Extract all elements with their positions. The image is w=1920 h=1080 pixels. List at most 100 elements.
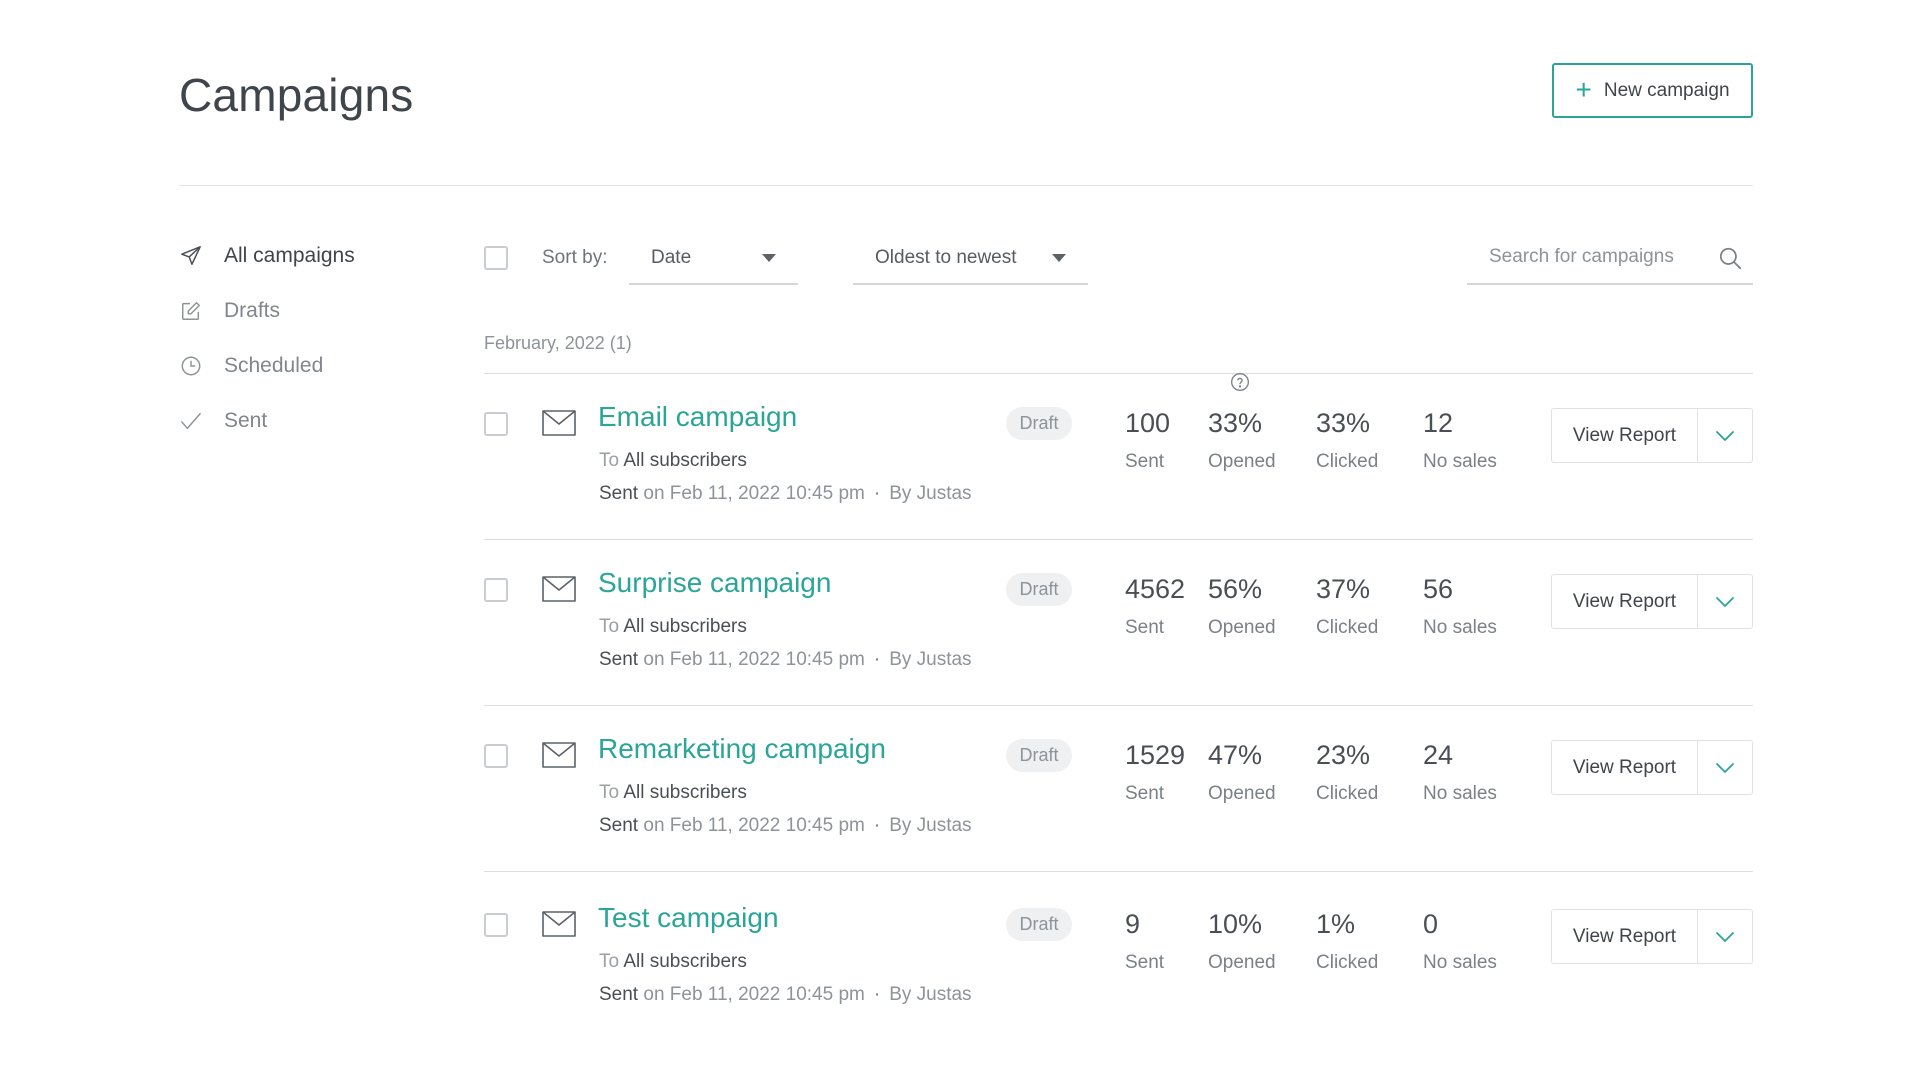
new-campaign-button[interactable]: + New campaign [1552, 63, 1753, 118]
sidebar-item-label: Scheduled [224, 354, 324, 377]
sidebar-item-scheduled[interactable]: Scheduled [179, 347, 439, 385]
stat-label: Sent [1125, 783, 1165, 804]
sidebar-item-label: All campaigns [224, 244, 355, 267]
sent-date: on Feb 11, 2022 10:45 pm [643, 984, 865, 1005]
stat-value: 100 [1125, 408, 1171, 438]
stat-value: 9 [1125, 909, 1141, 939]
report-menu-toggle[interactable] [1698, 575, 1752, 628]
stat-label: No sales [1423, 451, 1497, 472]
separator-dot: · [873, 649, 881, 670]
plus-icon: + [1575, 73, 1592, 105]
view-report-button[interactable]: View Report [1552, 409, 1698, 462]
select-all-checkbox[interactable] [484, 246, 508, 270]
mail-icon [542, 911, 576, 942]
row-divider [484, 871, 1753, 872]
sent-prefix: Sent [599, 984, 639, 1005]
sidebar-item-label: Drafts [224, 299, 281, 322]
stat-label: No sales [1423, 617, 1497, 638]
stat-clicked: 33% Clicked [1316, 408, 1378, 473]
mail-icon [542, 576, 576, 607]
sort-field-dropdown[interactable]: Date [629, 232, 798, 285]
stat-label: Clicked [1316, 451, 1379, 472]
stat-sales: 12 No sales [1423, 408, 1497, 473]
campaign-row: Email campaign To All subscribers Sent o… [484, 374, 1753, 540]
stat-label: Opened [1208, 783, 1276, 804]
stat-clicked: 1% Clicked [1316, 909, 1378, 974]
sidebar: All campaigns Drafts Scheduled Sent [179, 237, 439, 457]
stat-label: Sent [1125, 952, 1165, 973]
stat-label: Opened [1208, 952, 1276, 973]
stat-value: 23% [1316, 740, 1371, 770]
stat-label: Clicked [1316, 783, 1379, 804]
stat-value: 10% [1208, 909, 1263, 939]
to-prefix: To [599, 782, 620, 803]
campaign-row: Remarketing campaign To All subscribers … [484, 706, 1753, 872]
stat-sales: 56 No sales [1423, 574, 1497, 639]
row-checkbox[interactable] [484, 913, 508, 937]
toolbar: Sort by: Date Oldest to newest [484, 232, 1753, 285]
chevron-down-icon [1716, 931, 1734, 942]
stat-value: 1% [1316, 909, 1356, 939]
row-checkbox[interactable] [484, 412, 508, 436]
report-button-group: View Report [1551, 909, 1753, 964]
sidebar-item-label: Sent [224, 409, 268, 432]
stat-value: 1529 [1125, 740, 1186, 770]
campaign-recipients: To All subscribers [599, 616, 747, 638]
row-checkbox[interactable] [484, 578, 508, 602]
sort-field-value: Date [651, 246, 692, 268]
clock-icon [179, 354, 203, 378]
campaign-name-link[interactable]: Remarketing campaign [598, 733, 886, 765]
chevron-down-icon [1716, 762, 1734, 773]
status-badge: Draft [1006, 573, 1072, 606]
report-menu-toggle[interactable] [1698, 741, 1752, 794]
chevron-down-icon [1716, 430, 1734, 441]
sent-date: on Feb 11, 2022 10:45 pm [643, 815, 865, 836]
search-icon[interactable] [1717, 245, 1743, 276]
stat-sent: 1529 Sent [1125, 740, 1185, 805]
new-campaign-label: New campaign [1603, 79, 1730, 101]
stat-value: 4562 [1125, 574, 1186, 604]
stat-value: 37% [1316, 574, 1371, 604]
campaign-name-link[interactable]: Surprise campaign [598, 567, 831, 599]
stat-label: Clicked [1316, 617, 1379, 638]
sent-prefix: Sent [599, 649, 639, 670]
sidebar-item-all-campaigns[interactable]: All campaigns [179, 237, 439, 275]
campaign-name-link[interactable]: Email campaign [598, 401, 797, 433]
send-icon [179, 244, 203, 268]
row-checkbox[interactable] [484, 744, 508, 768]
sort-order-value: Oldest to newest [875, 246, 1017, 268]
stat-label: No sales [1423, 783, 1497, 804]
recipients-value: All subscribers [623, 616, 747, 637]
sent-date: on Feb 11, 2022 10:45 pm [643, 483, 865, 504]
campaign-sent-info: Sent on Feb 11, 2022 10:45 pm · By Justas [599, 984, 972, 1006]
mail-icon [542, 742, 576, 773]
sort-order-dropdown[interactable]: Oldest to newest [853, 232, 1088, 285]
caret-down-icon [762, 254, 776, 262]
stat-sales: 24 No sales [1423, 740, 1497, 805]
sidebar-item-drafts[interactable]: Drafts [179, 292, 439, 330]
caret-down-icon [1052, 254, 1066, 262]
view-report-button[interactable]: View Report [1552, 910, 1698, 963]
status-badge: Draft [1006, 739, 1072, 772]
stat-sales: 0 No sales [1423, 909, 1497, 974]
sidebar-item-sent[interactable]: Sent [179, 402, 439, 440]
report-menu-toggle[interactable] [1698, 910, 1752, 963]
stat-value: 56% [1208, 574, 1263, 604]
to-prefix: To [599, 951, 620, 972]
mail-icon [542, 410, 576, 441]
stat-value: 33% [1316, 408, 1371, 438]
campaign-name-link[interactable]: Test campaign [598, 902, 779, 934]
report-menu-toggle[interactable] [1698, 409, 1752, 462]
stat-clicked: 37% Clicked [1316, 574, 1378, 639]
search-input[interactable] [1489, 246, 1699, 268]
view-report-button[interactable]: View Report [1552, 575, 1698, 628]
campaign-sent-info: Sent on Feb 11, 2022 10:45 pm · By Justas [599, 649, 972, 671]
edit-icon [179, 299, 203, 323]
recipients-value: All subscribers [623, 450, 747, 471]
view-report-button[interactable]: View Report [1552, 741, 1698, 794]
recipients-value: All subscribers [623, 951, 747, 972]
stat-label: Clicked [1316, 952, 1379, 973]
sent-by: By Justas [889, 483, 972, 504]
stat-value: 47% [1208, 740, 1263, 770]
campaign-recipients: To All subscribers [599, 951, 747, 973]
